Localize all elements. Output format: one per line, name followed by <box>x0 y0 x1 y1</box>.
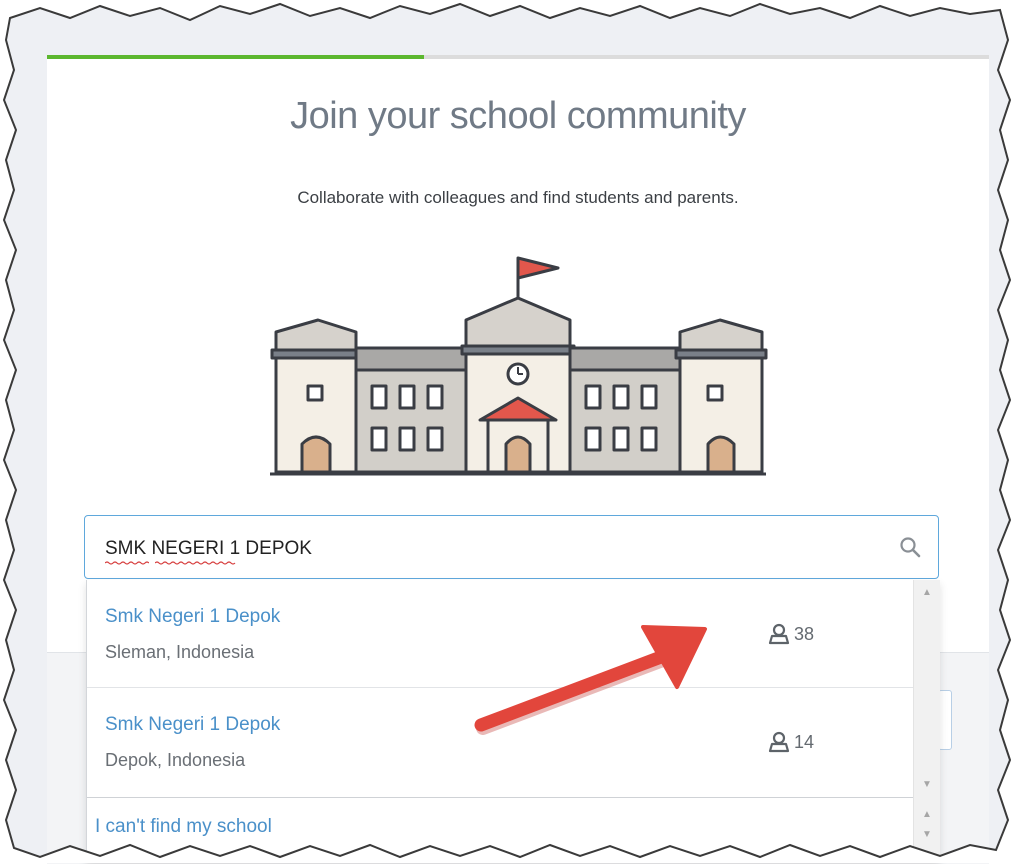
torn-edge-border <box>0 0 1015 863</box>
